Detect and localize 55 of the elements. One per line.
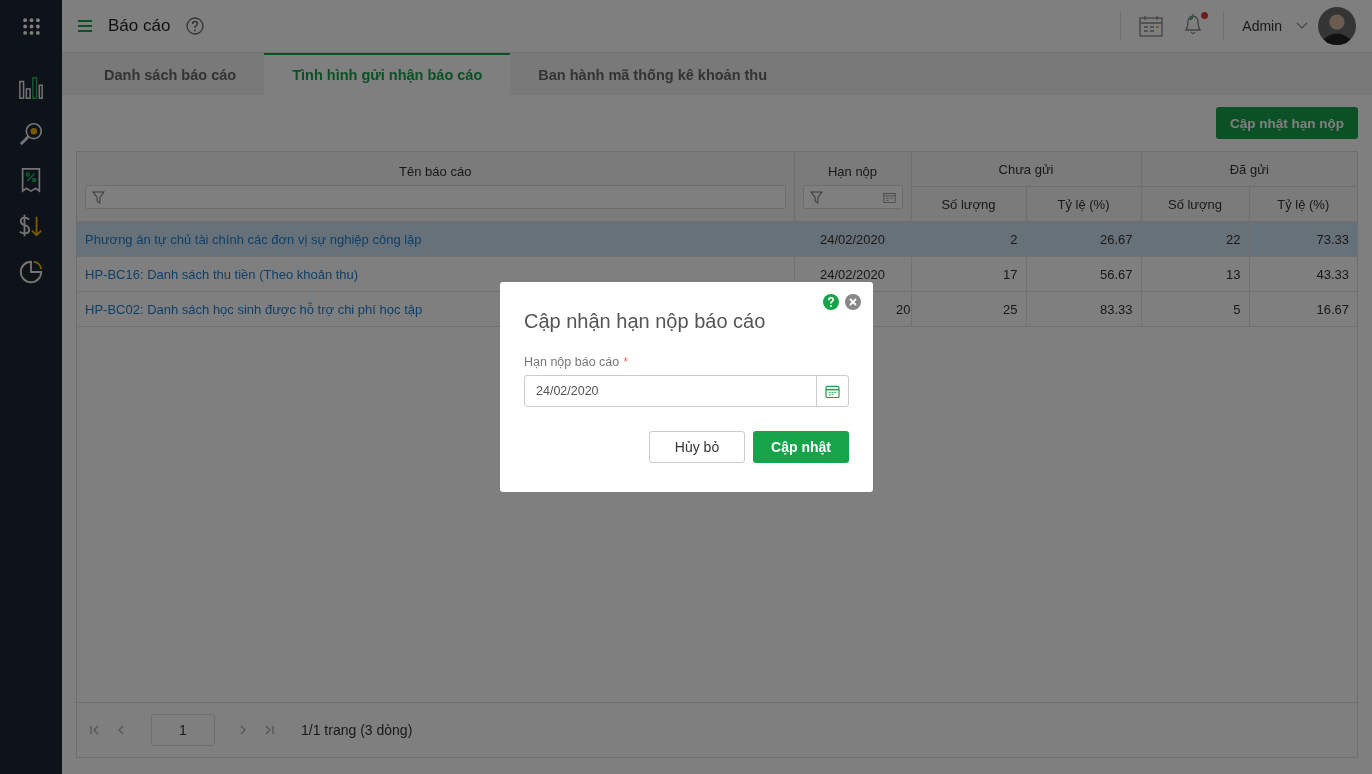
page-summary: 1/1 trang (3 dòng) [301, 722, 413, 738]
cancel-button[interactable]: Hủy bỏ [649, 431, 745, 463]
magnifier-coin-icon[interactable] [17, 121, 45, 147]
help-icon[interactable] [823, 294, 839, 310]
chevron-down-icon[interactable] [1296, 22, 1308, 30]
bar-chart-icon[interactable] [17, 75, 45, 101]
tab[interactable]: Danh sách báo cáo [76, 53, 265, 95]
update-deadline-button[interactable]: Cập nhật hạn nộp [1216, 107, 1358, 139]
table-cell: 43.33 [1249, 256, 1357, 292]
page-title: Báo cáo [108, 16, 171, 36]
column-group-header: Đã gửi [1141, 152, 1357, 187]
calendar-icon[interactable] [1139, 14, 1164, 38]
table-cell: 22 [1141, 221, 1249, 257]
table-cell: 16.67 [1249, 291, 1357, 327]
report-link[interactable]: HP-BC16: Danh sách thu tiền (Theo khoản thu) [85, 266, 359, 282]
required-mark: * [623, 355, 629, 369]
calendar-icon [882, 190, 896, 204]
confirm-button[interactable]: Cập nhật [753, 431, 849, 463]
avatar[interactable] [1318, 7, 1356, 45]
filter-icon [92, 190, 105, 204]
field-label: Hạn nộp báo cáo [524, 355, 620, 369]
first-page-icon[interactable] [87, 724, 101, 736]
menu-icon[interactable] [78, 20, 92, 32]
table-cell: 24/02/2020 [794, 221, 911, 257]
filter-icon [809, 190, 823, 204]
page-input[interactable]: 1 [151, 714, 215, 746]
table-cell: 25 [911, 291, 1026, 327]
column-header: Số lượng [911, 186, 1026, 222]
table-cell: 26.67 [1026, 221, 1141, 257]
calendar-icon[interactable] [825, 384, 840, 398]
table-cell: 73.33 [1249, 221, 1357, 257]
help-icon[interactable] [186, 17, 205, 35]
column-group-header: Chưa gửi [911, 152, 1141, 187]
date-field[interactable]: 24/02/2020 [524, 375, 849, 407]
table-cell: 5 [1141, 291, 1249, 327]
table-cell: 83.33 [1026, 291, 1141, 327]
apps-grid-icon[interactable] [22, 18, 40, 35]
column-header: Số lượng [1141, 186, 1249, 222]
column-header: Tên báo cáo [398, 163, 473, 181]
column-header: Tỷ lệ (%) [1026, 186, 1141, 222]
column-header: Tỷ lệ (%) [1249, 186, 1357, 222]
dollar-down-arrow-icon[interactable] [17, 213, 45, 239]
dialog-title: Cập nhận hạn nộp báo cáo [524, 310, 767, 333]
table-cell: 2 [911, 221, 1026, 257]
pie-chart-icon[interactable] [17, 259, 45, 285]
table-cell: 17 [911, 256, 1026, 292]
filter-field[interactable] [802, 185, 903, 209]
column-header: Hạn nộp [826, 163, 879, 181]
table-cell: 13 [1141, 256, 1249, 292]
user-name[interactable]: Admin [1242, 18, 1282, 34]
table-cell: 56.67 [1026, 256, 1141, 292]
tab[interactable]: Tình hình gửi nhận báo cáo [264, 53, 511, 95]
filter-field[interactable] [85, 185, 786, 209]
close-icon[interactable] [845, 294, 861, 310]
tab[interactable]: Ban hành mã thống kê khoản thu [510, 53, 796, 95]
